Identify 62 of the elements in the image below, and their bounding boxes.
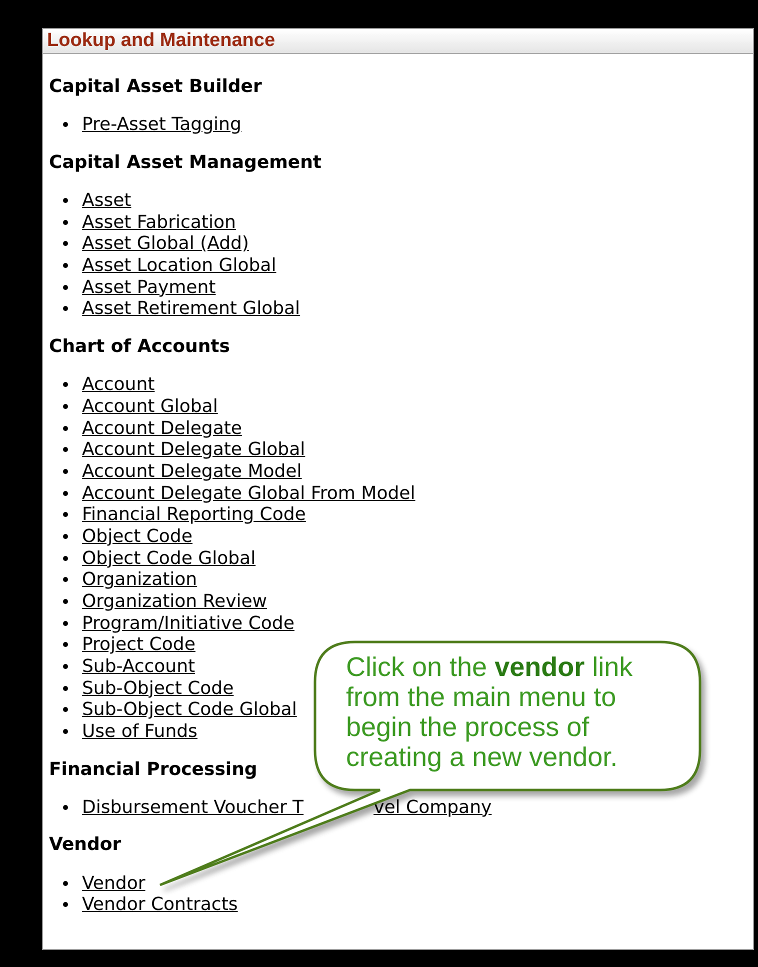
bullet-icon [63, 490, 68, 496]
bullet-icon [63, 880, 68, 886]
menu-link[interactable]: Vendor [82, 872, 146, 894]
menu-link[interactable]: Account Delegate Model [82, 460, 302, 482]
bullet-icon [63, 382, 68, 388]
bullet-icon [63, 707, 68, 712]
bullet-icon [63, 468, 68, 474]
menu-link[interactable]: Sub-Object Code [82, 678, 234, 699]
section-heading: Capital Asset Builder [49, 76, 262, 98]
bullet-icon [63, 404, 68, 409]
menu-link[interactable]: Account Delegate [82, 418, 242, 439]
menu-link[interactable]: Sub-Account [82, 656, 196, 678]
menu-link[interactable]: Program/Initiative Code [82, 612, 294, 634]
menu-link[interactable]: Account [82, 374, 155, 396]
menu-link[interactable]: Account Delegate Global [82, 439, 306, 460]
bullet-icon [63, 306, 68, 312]
bullet-icon [63, 122, 68, 128]
menu-link[interactable]: Asset Location Global [82, 255, 276, 276]
bullet-icon [63, 804, 68, 810]
menu-link[interactable]: Financial Reporting Code [82, 504, 306, 526]
bullet-icon [63, 902, 68, 908]
bullet-icon [63, 198, 68, 204]
menu-link[interactable]: Sub-Object Code Global [82, 699, 297, 720]
bullet-icon [63, 664, 68, 670]
bullet-icon [63, 729, 68, 734]
menu-link[interactable]: Asset Global (Add) [82, 233, 249, 254]
bullet-icon [63, 512, 68, 518]
bullet-icon [63, 577, 68, 582]
bullet-icon [63, 556, 68, 561]
callout-text: Click on the vendor link from the main menu to begin the process of creating a new vendor. [346, 652, 634, 772]
menu-link[interactable]: Organization Review [82, 591, 268, 612]
menu-link[interactable]: Use of Funds [82, 721, 198, 742]
bullet-icon [63, 220, 68, 225]
menu-link[interactable]: Asset [82, 190, 132, 212]
panel-title: Lookup and Maintenance [47, 30, 276, 52]
menu-link[interactable]: Object Code Global [82, 548, 256, 569]
menu-link[interactable]: Object Code [82, 526, 192, 547]
section-heading: Capital Asset Management [49, 152, 322, 174]
bullet-icon [63, 534, 68, 539]
bullet-icon [63, 426, 68, 431]
menu-link[interactable]: Disbursement Voucher T [82, 796, 304, 818]
bullet-icon [63, 263, 68, 268]
menu-link[interactable]: vel Company [374, 796, 492, 818]
section-heading: Vendor [49, 834, 122, 856]
menu-link[interactable]: Pre-Asset Tagging [82, 114, 242, 136]
menu-link[interactable]: Account Global [82, 396, 218, 417]
section-heading: Chart of Accounts [49, 336, 230, 358]
menu-link[interactable]: Vendor Contracts [82, 894, 238, 916]
bullet-icon [63, 620, 68, 626]
menu-link[interactable]: Asset Retirement Global [82, 298, 300, 320]
bullet-icon [63, 284, 68, 290]
menu-link[interactable]: Organization [82, 569, 198, 590]
bullet-icon [63, 599, 68, 604]
menu-link[interactable]: Asset Payment [82, 276, 216, 298]
bullet-icon [63, 642, 68, 648]
section-heading: Financial Processing [49, 758, 258, 780]
menu-link[interactable]: Account Delegate Global From Model [82, 482, 416, 504]
bullet-icon [63, 686, 68, 691]
menu-link[interactable]: Project Code [82, 634, 196, 656]
menu-link[interactable]: Asset Fabrication [82, 212, 236, 233]
bullet-icon [63, 447, 68, 452]
bullet-icon [63, 241, 68, 246]
